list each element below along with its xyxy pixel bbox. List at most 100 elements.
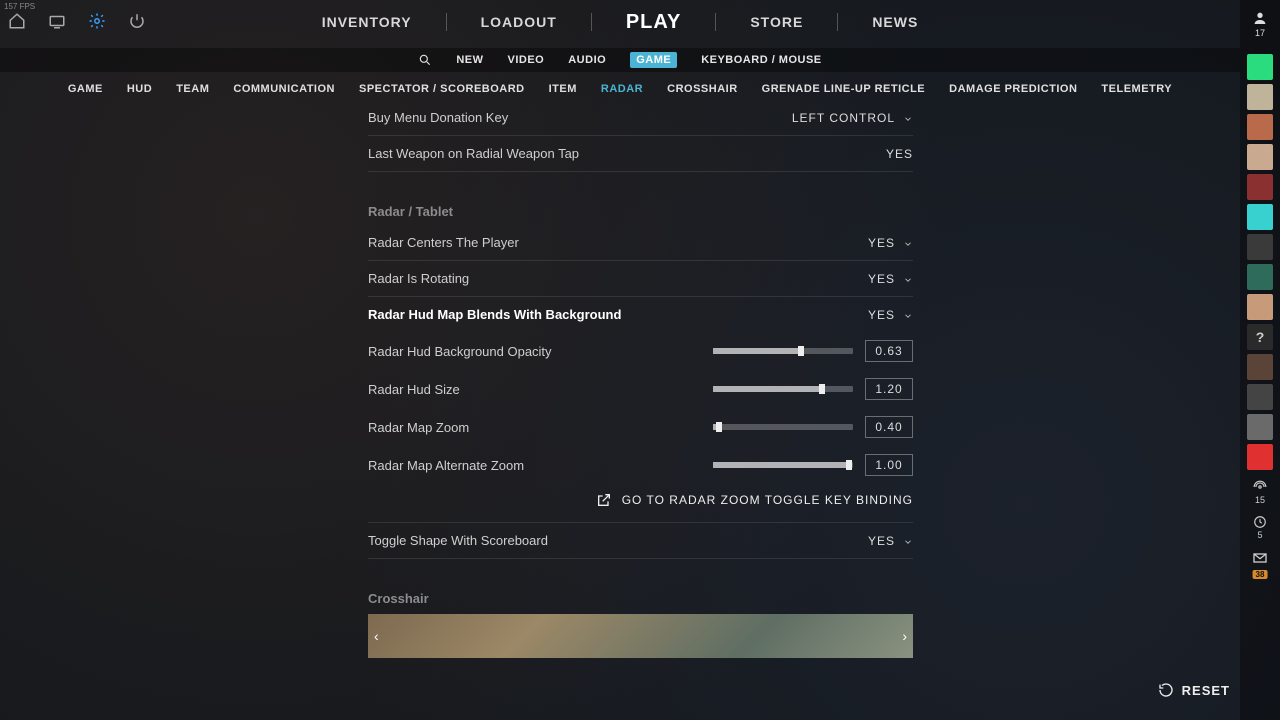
subtab-hud[interactable]: HUD xyxy=(127,83,152,95)
chevron-down-icon xyxy=(903,113,913,123)
setting-radar-blends[interactable]: Radar Hud Map Blends With Background YES xyxy=(368,297,913,332)
subtab-grenade[interactable]: GRENADE LINE-UP RETICLE xyxy=(762,83,925,95)
setting-label: Toggle Shape With Scoreboard xyxy=(368,533,548,548)
friend-tile[interactable] xyxy=(1247,204,1273,230)
mail-button[interactable]: 38 xyxy=(1252,550,1268,571)
setting-buy-menu-donation[interactable]: Buy Menu Donation Key LEFT CONTROL xyxy=(368,100,913,136)
chevron-down-icon xyxy=(903,310,913,320)
subtab-game[interactable]: GAME xyxy=(68,83,103,95)
history-icon xyxy=(1253,515,1267,529)
setting-label: Radar Hud Map Blends With Background xyxy=(368,307,621,322)
setting-label: Last Weapon on Radial Weapon Tap xyxy=(368,146,579,161)
settings-tabs-primary: NEW VIDEO AUDIO GAME KEYBOARD / MOUSE xyxy=(0,48,1240,72)
tab-audio[interactable]: AUDIO xyxy=(568,54,606,66)
subtab-damage[interactable]: DAMAGE PREDICTION xyxy=(949,83,1077,95)
section-radar-title: Radar / Tablet xyxy=(368,204,913,219)
friend-tile[interactable] xyxy=(1247,414,1273,440)
broadcast-indicator[interactable]: 15 xyxy=(1253,480,1267,505)
setting-label: Radar Map Alternate Zoom xyxy=(368,458,701,473)
top-nav: INVENTORY LOADOUT PLAY STORE NEWS xyxy=(0,8,1240,36)
slider[interactable] xyxy=(713,462,853,468)
radar-zoom-keybind-link[interactable]: GO TO RADAR ZOOM TOGGLE KEY BINDING xyxy=(368,484,913,523)
nav-sep xyxy=(591,13,592,31)
friend-tile[interactable] xyxy=(1247,54,1273,80)
setting-value: YES xyxy=(868,534,895,548)
mail-badge: 38 xyxy=(1253,570,1268,579)
chevron-down-icon xyxy=(903,536,913,546)
friend-tile[interactable] xyxy=(1247,264,1273,290)
external-link-icon xyxy=(596,492,612,508)
nav-news[interactable]: NEWS xyxy=(872,14,918,30)
subtab-item[interactable]: ITEM xyxy=(549,83,577,95)
setting-radar-rotating[interactable]: Radar Is Rotating YES xyxy=(368,261,913,297)
section-crosshair-title: Crosshair xyxy=(368,591,913,606)
setting-label: Radar Map Zoom xyxy=(368,420,701,435)
friend-tile[interactable] xyxy=(1247,234,1273,260)
tab-new[interactable]: NEW xyxy=(456,54,483,66)
tab-video[interactable]: VIDEO xyxy=(508,54,545,66)
setting-value: YES xyxy=(868,308,895,322)
nav-play[interactable]: PLAY xyxy=(626,11,682,34)
tab-keyboard-mouse[interactable]: KEYBOARD / MOUSE xyxy=(701,54,821,66)
setting-radar-hud-size: Radar Hud Size 1.20 xyxy=(368,370,913,408)
slider-value[interactable]: 0.63 xyxy=(865,340,913,362)
subtab-communication[interactable]: COMMUNICATION xyxy=(233,83,335,95)
setting-value: LEFT CONTROL xyxy=(792,111,895,125)
search-icon[interactable] xyxy=(418,53,432,67)
setting-value: YES xyxy=(886,147,913,161)
friend-tile[interactable] xyxy=(1247,444,1273,470)
subtab-telemetry[interactable]: TELEMETRY xyxy=(1101,83,1172,95)
setting-radar-map-zoom: Radar Map Zoom 0.40 xyxy=(368,408,913,446)
broadcast-count: 15 xyxy=(1255,495,1265,505)
nav-store[interactable]: STORE xyxy=(750,14,803,30)
crosshair-preview[interactable]: ‹ › xyxy=(368,614,913,658)
nav-loadout[interactable]: LOADOUT xyxy=(481,14,557,30)
friend-tile[interactable] xyxy=(1247,294,1273,320)
person-icon xyxy=(1252,10,1268,26)
subtab-radar[interactable]: RADAR xyxy=(601,83,643,95)
right-sidebar: 17 ? 15 5 38 xyxy=(1240,0,1280,720)
slider[interactable] xyxy=(713,348,853,354)
setting-value: YES xyxy=(868,236,895,250)
setting-value: YES xyxy=(868,272,895,286)
mail-icon xyxy=(1252,550,1268,566)
chevron-right-icon[interactable]: › xyxy=(902,628,907,644)
friend-tile[interactable] xyxy=(1247,84,1273,110)
history-count: 5 xyxy=(1257,530,1262,540)
friend-tile[interactable] xyxy=(1247,384,1273,410)
broadcast-icon xyxy=(1253,480,1267,494)
friend-tile[interactable] xyxy=(1247,114,1273,140)
setting-radar-centers[interactable]: Radar Centers The Player YES xyxy=(368,225,913,261)
reset-button[interactable]: RESET xyxy=(1158,682,1230,698)
setting-label: Radar Hud Background Opacity xyxy=(368,344,701,359)
setting-radar-alt-zoom: Radar Map Alternate Zoom 1.00 xyxy=(368,446,913,484)
help-button[interactable]: ? xyxy=(1247,324,1273,350)
slider-value[interactable]: 1.00 xyxy=(865,454,913,476)
tab-game[interactable]: GAME xyxy=(630,52,677,68)
friend-tile[interactable] xyxy=(1247,144,1273,170)
settings-content: Buy Menu Donation Key LEFT CONTROL Last … xyxy=(368,100,913,660)
nav-inventory[interactable]: INVENTORY xyxy=(322,14,412,30)
nav-sep xyxy=(446,13,447,31)
setting-label: Buy Menu Donation Key xyxy=(368,110,508,125)
friend-tile[interactable] xyxy=(1247,174,1273,200)
slider-value[interactable]: 0.40 xyxy=(865,416,913,438)
chevron-down-icon xyxy=(903,274,913,284)
subtab-crosshair[interactable]: CROSSHAIR xyxy=(667,83,738,95)
profile-button[interactable]: 17 xyxy=(1252,10,1268,38)
setting-toggle-shape-scoreboard[interactable]: Toggle Shape With Scoreboard YES xyxy=(368,523,913,559)
setting-label: Radar Centers The Player xyxy=(368,235,519,250)
subtab-spectator[interactable]: SPECTATOR / SCOREBOARD xyxy=(359,83,525,95)
nav-sep xyxy=(837,13,838,31)
history-indicator[interactable]: 5 xyxy=(1253,515,1267,540)
slider[interactable] xyxy=(713,386,853,392)
slider[interactable] xyxy=(713,424,853,430)
chevron-left-icon[interactable]: ‹ xyxy=(374,628,379,644)
chevron-down-icon xyxy=(903,238,913,248)
reset-label: RESET xyxy=(1182,683,1230,698)
friend-tile[interactable] xyxy=(1247,354,1273,380)
subtab-team[interactable]: TEAM xyxy=(176,83,209,95)
setting-label: Radar Is Rotating xyxy=(368,271,469,286)
setting-last-weapon-tap[interactable]: Last Weapon on Radial Weapon Tap YES xyxy=(368,136,913,172)
slider-value[interactable]: 1.20 xyxy=(865,378,913,400)
